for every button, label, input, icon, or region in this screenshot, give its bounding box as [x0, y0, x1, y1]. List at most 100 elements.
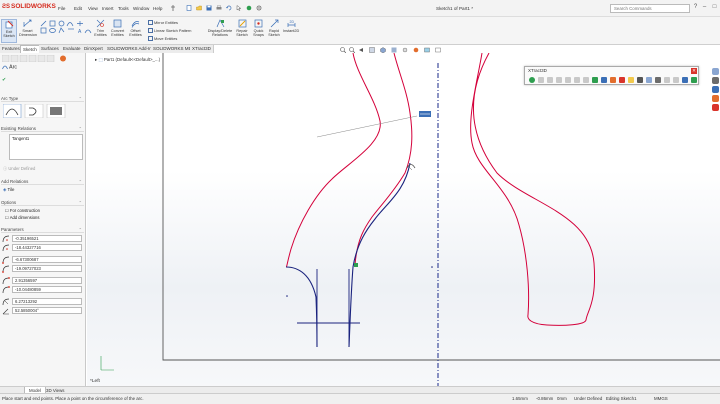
- select-arrow-icon[interactable]: [236, 5, 242, 11]
- quick-snaps-button[interactable]: Quick Snaps: [252, 19, 265, 37]
- close-icon[interactable]: ✕: [691, 68, 697, 74]
- param-field[interactable]: -0.35196521: [12, 235, 82, 242]
- file-explorer-icon[interactable]: [712, 86, 719, 93]
- for-construction-checkbox[interactable]: ☐ For construction: [5, 208, 40, 213]
- sketch-entities-icons[interactable]: A: [40, 20, 100, 34]
- search-commands-input[interactable]: Search Commands: [610, 4, 690, 13]
- toolbar-icon[interactable]: [583, 77, 589, 83]
- grid-icon[interactable]: [655, 77, 661, 83]
- menu-window[interactable]: Window: [133, 6, 149, 11]
- new-document-icon[interactable]: [186, 5, 192, 11]
- add-relation-tile[interactable]: ◈ Tile: [3, 187, 14, 193]
- tab-dimxpert[interactable]: DimXpert: [82, 45, 106, 53]
- menu-tools[interactable]: Tools: [118, 6, 129, 11]
- param-start-x: -6.67300687: [2, 256, 82, 264]
- record-icon[interactable]: [619, 77, 625, 83]
- play-icon[interactable]: [529, 77, 535, 83]
- profile-right-outline[interactable]: [470, 53, 596, 326]
- profile-outer-curve[interactable]: [285, 53, 381, 268]
- linear-sketch-pattern-button[interactable]: Linear Sketch Pattern: [148, 28, 191, 34]
- add-relations-header[interactable]: Add Relations ⌃: [1, 178, 84, 185]
- tab-surfaces[interactable]: Surfaces: [39, 45, 62, 53]
- menu-edit[interactable]: Edit: [74, 6, 82, 11]
- layers-icon[interactable]: [601, 77, 607, 83]
- pin-icon[interactable]: [170, 5, 176, 11]
- tangent-relation-marker[interactable]: [354, 263, 358, 267]
- menu-view[interactable]: View: [88, 6, 98, 11]
- rebuild-icon[interactable]: [246, 5, 252, 11]
- settings-icon[interactable]: [691, 77, 697, 83]
- undo-icon[interactable]: [226, 5, 232, 11]
- print-icon[interactable]: [216, 5, 222, 11]
- tab-solidworks-addins[interactable]: SOLIDWORKS Add-Ins: [105, 45, 158, 53]
- light-icon[interactable]: [628, 77, 634, 83]
- move-entities-button[interactable]: Move Entities: [148, 36, 177, 42]
- sketch-canvas[interactable]: [87, 53, 720, 388]
- param-field[interactable]: 52.5850004°: [12, 307, 82, 314]
- toolbar-icon[interactable]: [673, 77, 679, 83]
- restore-button[interactable]: □: [711, 3, 718, 11]
- panel-tabs-icons[interactable]: [2, 55, 70, 62]
- display-delete-relations-button[interactable]: Display/Delete Relations: [206, 19, 234, 37]
- instant2d-button[interactable]: 2D Instant2D: [283, 19, 299, 33]
- param-field[interactable]: -10.04480859: [12, 286, 82, 293]
- add-dimensions-checkbox[interactable]: ☐ Add dimensions: [5, 215, 39, 220]
- view-icon[interactable]: [646, 77, 652, 83]
- status-units[interactable]: MMGS: [654, 396, 668, 401]
- param-field[interactable]: 2.91356597: [12, 277, 82, 284]
- tab-xtract3d[interactable]: XTract3D: [190, 45, 214, 53]
- profile-inner-curve[interactable]: [354, 53, 413, 266]
- menu-file[interactable]: File: [58, 6, 65, 11]
- arc-type-header[interactable]: Arc Type ⌃: [1, 95, 84, 102]
- design-library-icon[interactable]: [712, 77, 719, 84]
- toolbar-icon[interactable]: [556, 77, 562, 83]
- open-icon[interactable]: [196, 5, 202, 11]
- mirror-entities-button[interactable]: Mirror Entities: [148, 20, 178, 26]
- solidworks-logo[interactable]: ƧSSOLIDWORKS: [2, 3, 56, 10]
- appearances-icon[interactable]: [712, 95, 719, 102]
- convert-entities-button[interactable]: Convert Entities: [110, 19, 125, 37]
- existing-relations-list[interactable]: Tangent1: [9, 134, 83, 160]
- trim-entities-button[interactable]: Trim Entities: [94, 19, 107, 37]
- blue-arc-left[interactable]: [285, 266, 318, 348]
- status-x: 1.65mm: [512, 396, 528, 401]
- menu-help[interactable]: Help: [153, 6, 162, 11]
- offset-entities-button[interactable]: Offset Entities: [128, 19, 143, 37]
- param-field[interactable]: 6.27213292: [12, 298, 82, 305]
- options-header[interactable]: Options ⌃: [1, 199, 84, 206]
- list-item[interactable]: Tangent1: [12, 136, 29, 141]
- blue-arc-right[interactable]: [348, 162, 411, 348]
- save-icon[interactable]: [206, 5, 212, 11]
- param-field[interactable]: -19.09727023: [12, 265, 82, 272]
- param-field[interactable]: -6.67300687: [12, 256, 82, 263]
- help-icon[interactable]: ?: [692, 3, 699, 11]
- under-defined-status: ⓘ Under Defined: [3, 166, 36, 171]
- toolbar-icon[interactable]: [574, 77, 580, 83]
- smart-dimension-button[interactable]: Smart Dimension: [19, 19, 37, 37]
- cube-icon[interactable]: [592, 77, 598, 83]
- param-end-y: -10.04480859: [2, 286, 82, 294]
- options-icon[interactable]: [256, 5, 262, 11]
- toolbar-icon[interactable]: [547, 77, 553, 83]
- tab-evaluate[interactable]: Evaluate: [61, 45, 84, 53]
- repair-sketch-button[interactable]: Repair Sketch: [235, 19, 249, 37]
- camera-icon[interactable]: [637, 77, 643, 83]
- custom-properties-icon[interactable]: [712, 104, 719, 111]
- tab-sketch[interactable]: Sketch: [20, 45, 40, 53]
- start-y-icon: [2, 265, 10, 273]
- export-icon[interactable]: [682, 77, 688, 83]
- param-field[interactable]: -18.44327716: [12, 244, 82, 251]
- existing-relations-header[interactable]: Existing Relations ⌃: [1, 125, 84, 132]
- rapid-sketch-button[interactable]: Rapid Sketch: [267, 19, 281, 37]
- ok-icon[interactable]: ✔: [2, 77, 6, 83]
- menu-insert[interactable]: Insert: [102, 6, 114, 11]
- arc-type-options[interactable]: [3, 104, 67, 118]
- paint-icon[interactable]: [610, 77, 616, 83]
- minimize-button[interactable]: –: [701, 3, 708, 11]
- toolbar-icon[interactable]: [538, 77, 544, 83]
- exit-sketch-button[interactable]: Exit Sketch: [1, 19, 17, 43]
- toolbar-icon[interactable]: [664, 77, 670, 83]
- parameters-header[interactable]: Parameters ⌃: [1, 226, 84, 233]
- resources-icon[interactable]: [712, 68, 719, 75]
- toolbar-icon[interactable]: [565, 77, 571, 83]
